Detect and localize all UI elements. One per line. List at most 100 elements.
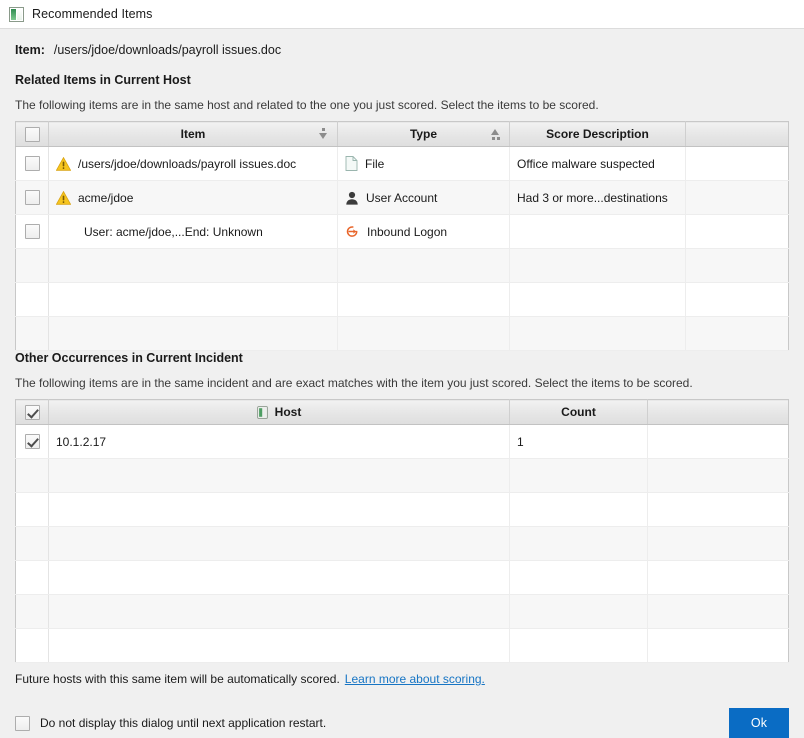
row-blank-cell (686, 249, 789, 283)
host-icon (257, 406, 268, 419)
item-row: Item:/users/jdoe/downloads/payroll issue… (15, 43, 789, 57)
row-checkbox-cell[interactable] (16, 147, 49, 181)
warning-icon (56, 191, 71, 205)
table-row[interactable]: acme/jdoe User Account Had 3 or more...d… (16, 181, 789, 215)
table-row[interactable]: 10.1.2.17 1 (16, 425, 789, 459)
row-type-cell: File (338, 147, 510, 181)
related-col-item[interactable]: Item (49, 122, 338, 147)
row-type-cell: User Account (338, 181, 510, 215)
table-row[interactable] (16, 493, 789, 527)
row-host-cell (49, 493, 510, 527)
table-row[interactable] (16, 317, 789, 351)
suppress-dialog-checkbox[interactable] (15, 716, 30, 731)
row-host-cell: 10.1.2.17 (49, 425, 510, 459)
related-col-blank[interactable] (686, 122, 789, 147)
row-score-description-cell (510, 215, 686, 249)
row-checkbox-cell (16, 283, 49, 317)
occurrences-col-count[interactable]: Count (510, 400, 648, 425)
row-checkbox[interactable] (25, 434, 40, 449)
related-col-type-label: Type (410, 127, 437, 141)
suppress-dialog-label: Do not display this dialog until next ap… (40, 716, 326, 730)
dialog-footer: Future hosts with this same item will be… (0, 659, 804, 738)
row-score-description-cell (510, 317, 686, 351)
row-type-cell (338, 283, 510, 317)
auto-score-note: Future hosts with this same item will be… (15, 659, 789, 686)
occurrences-select-all-header[interactable] (16, 400, 49, 425)
row-item-cell (49, 283, 338, 317)
row-blank-cell (648, 527, 789, 561)
row-item-text: /users/jdoe/downloads/payroll issues.doc (78, 157, 296, 171)
other-occurrences-description: The following items are in the same inci… (15, 376, 789, 390)
suppress-dialog-control[interactable]: Do not display this dialog until next ap… (15, 716, 326, 731)
row-count-cell (510, 527, 648, 561)
related-items-table: Item Type Score Description (15, 121, 789, 351)
row-checkbox-cell[interactable] (16, 425, 49, 459)
related-col-item-label: Item (181, 127, 206, 141)
row-checkbox[interactable] (25, 156, 40, 171)
related-items-title: Related Items in Current Host (15, 73, 789, 87)
row-item-cell (49, 317, 338, 351)
row-count-cell (510, 629, 648, 663)
table-row[interactable] (16, 459, 789, 493)
related-col-score-description-label: Score Description (546, 127, 649, 141)
row-host-cell (49, 527, 510, 561)
occurrences-select-all-checkbox[interactable] (25, 405, 40, 420)
item-value: /users/jdoe/downloads/payroll issues.doc (54, 43, 281, 57)
row-count-cell (510, 459, 648, 493)
row-item-cell: /users/jdoe/downloads/payroll issues.doc (49, 147, 338, 181)
related-items-body: /users/jdoe/downloads/payroll issues.doc… (16, 147, 789, 351)
table-row[interactable]: User: acme/jdoe,...End: Unknown Inbound … (16, 215, 789, 249)
row-count-cell (510, 561, 648, 595)
row-checkbox[interactable] (25, 190, 40, 205)
occurrences-col-host-label: Host (275, 405, 302, 419)
row-count-cell: 1 (510, 425, 648, 459)
row-checkbox-cell (16, 629, 49, 663)
table-row[interactable] (16, 249, 789, 283)
row-item-cell: User: acme/jdoe,...End: Unknown (49, 215, 338, 249)
table-row[interactable] (16, 283, 789, 317)
occurrences-col-blank[interactable] (648, 400, 789, 425)
row-checkbox-cell[interactable] (16, 181, 49, 215)
row-score-description-cell (510, 249, 686, 283)
row-blank-cell (686, 283, 789, 317)
row-blank-cell (648, 595, 789, 629)
table-row[interactable] (16, 629, 789, 663)
warning-icon (56, 157, 71, 171)
related-items-description: The following items are in the same host… (15, 98, 789, 112)
sort-ascending-icon (491, 128, 500, 140)
occurrences-col-host[interactable]: Host (49, 400, 510, 425)
other-occurrences-title: Other Occurrences in Current Incident (15, 351, 789, 365)
related-select-all-checkbox[interactable] (25, 127, 40, 142)
row-host-cell (49, 629, 510, 663)
other-occurrences-table: Host Count 10.1.2.17 1 (15, 399, 789, 663)
row-checkbox-cell (16, 459, 49, 493)
row-type-text: User Account (366, 191, 437, 205)
table-row[interactable] (16, 561, 789, 595)
ok-button[interactable]: Ok (729, 708, 789, 738)
row-checkbox-cell[interactable] (16, 215, 49, 249)
related-select-all-header[interactable] (16, 122, 49, 147)
sort-descending-icon (319, 128, 328, 140)
row-score-description-cell: Office malware suspected (510, 147, 686, 181)
row-blank-cell (686, 147, 789, 181)
row-count-cell (510, 493, 648, 527)
row-type-cell: Inbound Logon (338, 215, 510, 249)
row-host-cell (49, 595, 510, 629)
learn-more-link[interactable]: Learn more about scoring. (345, 672, 485, 686)
row-checkbox-cell (16, 595, 49, 629)
row-checkbox[interactable] (25, 224, 40, 239)
other-occurrences-body: 10.1.2.17 1 (16, 425, 789, 663)
row-blank-cell (648, 425, 789, 459)
related-col-type[interactable]: Type (338, 122, 510, 147)
row-item-cell (49, 249, 338, 283)
table-row[interactable]: /users/jdoe/downloads/payroll issues.doc… (16, 147, 789, 181)
table-row[interactable] (16, 595, 789, 629)
table-row[interactable] (16, 527, 789, 561)
related-col-score-description[interactable]: Score Description (510, 122, 686, 147)
row-checkbox-cell (16, 317, 49, 351)
related-items-header-row: Item Type Score Description (16, 122, 789, 147)
window-title: Recommended Items (32, 7, 153, 21)
row-type-cell (338, 317, 510, 351)
row-checkbox-cell (16, 249, 49, 283)
row-score-description-cell (510, 283, 686, 317)
